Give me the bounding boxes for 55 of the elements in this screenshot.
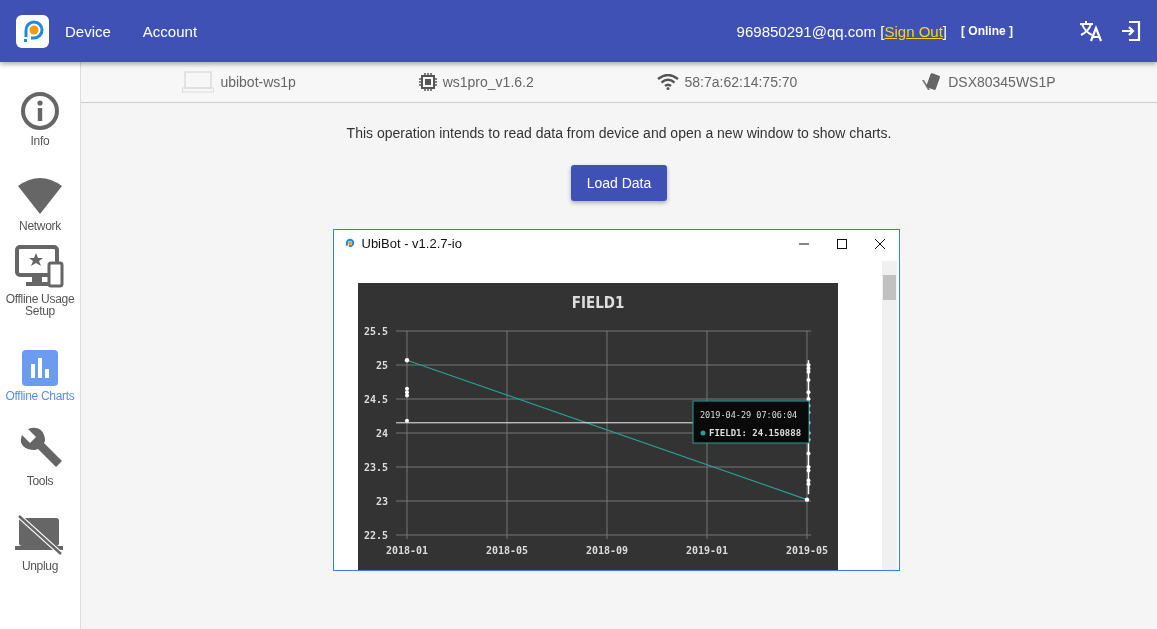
chip-icon bbox=[418, 73, 437, 91]
unplug-icon bbox=[15, 514, 65, 556]
y-tick-label: 25.5 bbox=[363, 326, 388, 337]
close-icon[interactable] bbox=[873, 237, 886, 250]
data-point bbox=[404, 358, 409, 363]
cards-icon bbox=[920, 72, 943, 92]
y-tick-label: 23.5 bbox=[363, 462, 388, 473]
device-info-text: DSX80345WS1P bbox=[948, 74, 1056, 90]
sidebar-label: Offline Charts bbox=[5, 390, 75, 402]
monitor-phone-icon bbox=[15, 245, 65, 289]
window-title: UbiBot - v1.2.7-io bbox=[361, 236, 463, 251]
x-tick-label: 2019-05 bbox=[785, 545, 828, 556]
device-info-text: ubibot-ws1p bbox=[220, 74, 296, 90]
translate-icon[interactable] bbox=[1079, 20, 1103, 42]
wifi-icon bbox=[656, 74, 679, 90]
bar-chart-icon bbox=[22, 350, 58, 386]
account-email: 969850291@qq.com [Sign Out] bbox=[736, 22, 947, 40]
logout-icon[interactable] bbox=[1121, 21, 1141, 41]
load-data-button[interactable]: Load Data bbox=[570, 165, 668, 201]
sidebar-label: Network bbox=[19, 220, 61, 232]
y-tick-label: 25 bbox=[375, 360, 388, 371]
point-cluster-drawing bbox=[404, 386, 409, 423]
tooltip: 2019-04-29 07:06:04 FIELD1: 24.150888 bbox=[692, 400, 809, 444]
nav-link[interactable]: Account bbox=[142, 22, 198, 40]
device-info-text: 58:7a:62:14:75:70 bbox=[684, 74, 798, 90]
y-tick-label: 22.5 bbox=[363, 530, 388, 541]
data-point bbox=[804, 497, 809, 502]
chart-title: FIELD1 bbox=[571, 294, 624, 312]
maximize-icon[interactable] bbox=[835, 237, 848, 250]
x-tick-label: 2019-01 bbox=[685, 545, 728, 556]
scrollbar-thumb[interactable] bbox=[882, 275, 896, 300]
laptop-icon bbox=[182, 71, 215, 93]
info-icon bbox=[20, 91, 60, 131]
sidebar-item[interactable]: Info bbox=[0, 62, 80, 147]
y-tick-label: 24 bbox=[375, 428, 388, 439]
wifi-signal-icon bbox=[16, 176, 64, 216]
sidebar-item[interactable]: Network bbox=[0, 147, 80, 232]
sidebar-item[interactable]: Tools bbox=[0, 402, 80, 487]
x-tick-label: 2018-09 bbox=[585, 545, 628, 556]
y-tick-label: 24.5 bbox=[363, 394, 388, 405]
y-tick-label: 23 bbox=[375, 496, 388, 507]
sidebar-item[interactable]: Offline Usage Setup bbox=[0, 232, 80, 317]
app-logo bbox=[16, 14, 49, 48]
sidebar-label: Tools bbox=[26, 475, 54, 487]
x-tick-label: 2018-05 bbox=[485, 545, 528, 556]
description-text: This operation intends to read data from device and open a new window to show charts. bbox=[346, 125, 892, 141]
sidebar-label: Unplug bbox=[21, 560, 59, 572]
x-tick-label: 2018-01 bbox=[385, 545, 428, 556]
sidebar-item[interactable]: Unplug bbox=[0, 487, 80, 572]
sidebar-label: Info bbox=[30, 135, 50, 147]
sidebar-label: Offline Usage Setup bbox=[4, 293, 76, 317]
device-info-text: ws1pro_v1.6.2 bbox=[442, 74, 534, 90]
sign-out-link[interactable]: Sign Out bbox=[884, 22, 943, 40]
nav-link[interactable]: Device bbox=[65, 22, 111, 40]
connection-status: [ Online ] bbox=[961, 24, 1013, 38]
